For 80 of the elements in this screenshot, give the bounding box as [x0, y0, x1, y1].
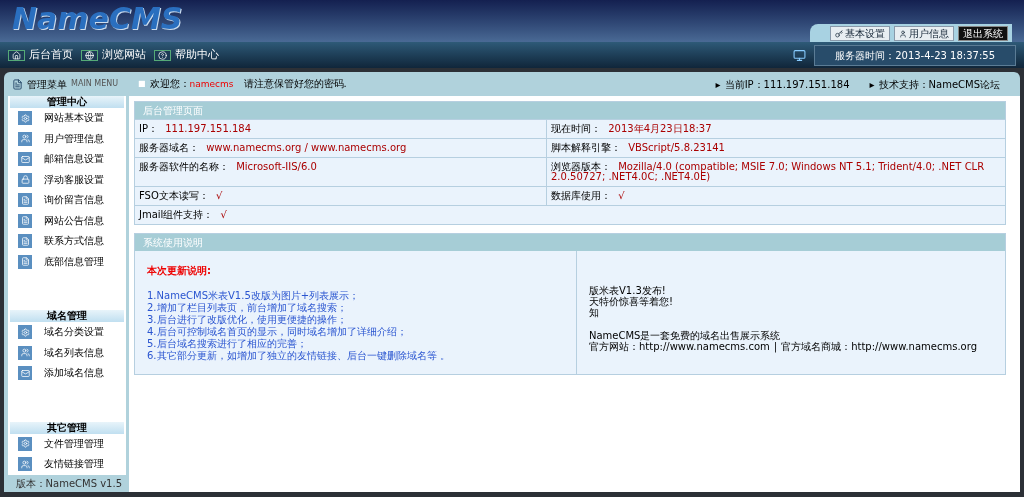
- logo: NameCMS: [12, 0, 183, 38]
- info-cell-text: IP： 111.197.151.184: [138, 122, 253, 136]
- about-text: NameCMS是一套免费的域名出售展示系统: [589, 330, 782, 341]
- separator: |: [773, 341, 778, 352]
- update-item: 5.后台域名搜索进行了相应的完善；: [147, 338, 308, 350]
- menu-icon: [12, 78, 23, 90]
- panel-title: 系统使用说明: [135, 234, 1005, 251]
- sidebar-item[interactable]: 用户管理信息: [8, 128, 126, 149]
- version-text: 版本：NameCMS v1.5: [8, 474, 126, 492]
- sidebar-item[interactable]: 添加域名信息: [8, 363, 126, 384]
- nav-link[interactable]: 后台首页: [8, 46, 73, 64]
- welcome-text: 欢迎您：namecms 请注意保管好您的密码.: [149, 77, 347, 92]
- sidebar-item-icon: [18, 325, 32, 340]
- update-item: 3.后台进行了改版优化，使用更便捷的操作；: [147, 314, 348, 326]
- header-button[interactable]: 用户信息: [894, 26, 954, 41]
- site-link[interactable]: http://www.namecms.com: [639, 341, 770, 352]
- update-heading: 本次更新说明:: [147, 264, 212, 278]
- sidebar-item[interactable]: 浮动客服设置: [8, 169, 126, 190]
- site-label: 官方网站：: [589, 341, 639, 352]
- info-cell-text: Jmail组件支持： √: [137, 208, 228, 222]
- support-text: 技术支持：NameCMS论坛: [878, 77, 1000, 92]
- sidebar-item-icon: [18, 366, 32, 381]
- sidebar-item-icon: [18, 254, 32, 269]
- nav-link-icon: [81, 49, 98, 61]
- info-cell: 浏览器版本： Mozilla/4.0 (compatible; MSIE 7.0; Windows NT 5.1; Trident/4.0; .NET CLR 2.0.50727; .NET4.0C; .NET4.0E): [546, 158, 1005, 186]
- sidebar-item-icon: [18, 213, 32, 228]
- nav-link-icon: [154, 49, 171, 61]
- sidebar-item[interactable]: 文件管理管理: [8, 433, 126, 454]
- sidebar-item-icon: [18, 152, 32, 167]
- info-cell: 现在时间： 2013年4月23日18:37: [546, 120, 1005, 138]
- sidebar-item[interactable]: 域名列表信息: [8, 342, 126, 363]
- server-time: 服务器时间：2013-4-23 18:37:55: [814, 44, 1016, 66]
- shop-link[interactable]: http://www.namecms.org: [851, 341, 977, 352]
- sidebar-item[interactable]: 邮箱信息设置: [8, 149, 126, 170]
- sidebar-item[interactable]: 网站公告信息: [8, 210, 126, 231]
- update-item: 1.NameCMS米表V1.5改版为图片+列表展示；: [147, 290, 361, 302]
- nav-link[interactable]: 浏览网站: [81, 46, 146, 64]
- arrow-icon: ▸: [869, 76, 875, 92]
- info-cell: 脚本解释引擎： VBScript/5.8.23141: [546, 139, 1005, 157]
- sidebar-item-icon: [18, 172, 32, 187]
- news-item: 天特价惊喜等着您!: [589, 296, 674, 307]
- nav-link-icon: [8, 49, 25, 61]
- sidebar-item-icon: [18, 193, 32, 208]
- sidebar-item[interactable]: 友情链接管理: [8, 454, 126, 475]
- update-item: 4.后台可控制域名首页的显示，同时域名增加了详细介绍；: [147, 326, 408, 338]
- sidebar-item[interactable]: 联系方式信息: [8, 231, 126, 252]
- sidebar-item[interactable]: 域名分类设置: [8, 322, 126, 343]
- sidebar-item[interactable]: 网站基本设置: [8, 108, 126, 129]
- update-item: 2.增加了栏目列表页，前台增加了域名搜索；: [147, 302, 348, 314]
- header-button[interactable]: 退出系统: [958, 26, 1008, 41]
- nav-link[interactable]: 帮助中心: [154, 46, 219, 64]
- sidebar-item[interactable]: 询价留言信息: [8, 190, 126, 211]
- sidebar-item[interactable]: 底部信息管理: [8, 251, 126, 272]
- news-item: 版米表V1.3发布!: [589, 285, 667, 296]
- menu-title: 管理菜单: [27, 77, 67, 92]
- key-icon: [835, 29, 843, 38]
- sidebar-item-icon: [18, 111, 32, 126]
- user-icon: [899, 29, 907, 38]
- menu-subtitle: MAIN MENU: [71, 78, 119, 90]
- info-cell-text: FSO文本读写： √: [138, 189, 224, 203]
- sidebar-item-icon: [18, 234, 32, 249]
- sidebar-section-title: 其它管理: [10, 421, 124, 434]
- monitor-icon: [793, 48, 807, 62]
- update-item: 6.其它部分更新，如增加了独立的友情链接、后台一键删除域名等 。: [147, 350, 451, 362]
- sidebar-section-title: 域名管理: [10, 310, 124, 322]
- sidebar-section-title: 管理中心: [10, 96, 124, 108]
- info-cell: 数据库使用： √: [546, 187, 1005, 205]
- info-cell-text: 服务器软件的名称： Microsoft-IIS/6.0: [138, 160, 318, 174]
- header-button[interactable]: 基本设置: [830, 26, 890, 41]
- shop-label: 官方域名商城：: [781, 341, 852, 352]
- news-item: 知: [589, 307, 600, 318]
- info-cell-text: 服务器域名： www.namecms.org / www.namecms.org: [138, 141, 408, 155]
- sidebar-item-icon: [18, 345, 32, 360]
- sidebar-item-icon: [18, 457, 32, 472]
- sidebar-item-icon: [18, 436, 32, 451]
- sidebar-item-icon: [18, 131, 32, 146]
- bullet-icon: ■: [138, 78, 146, 90]
- current-ip: 当前IP：111.197.151.184: [724, 77, 850, 92]
- arrow-icon: ▸: [715, 76, 721, 92]
- panel-title: 后台管理页面: [135, 102, 1005, 119]
